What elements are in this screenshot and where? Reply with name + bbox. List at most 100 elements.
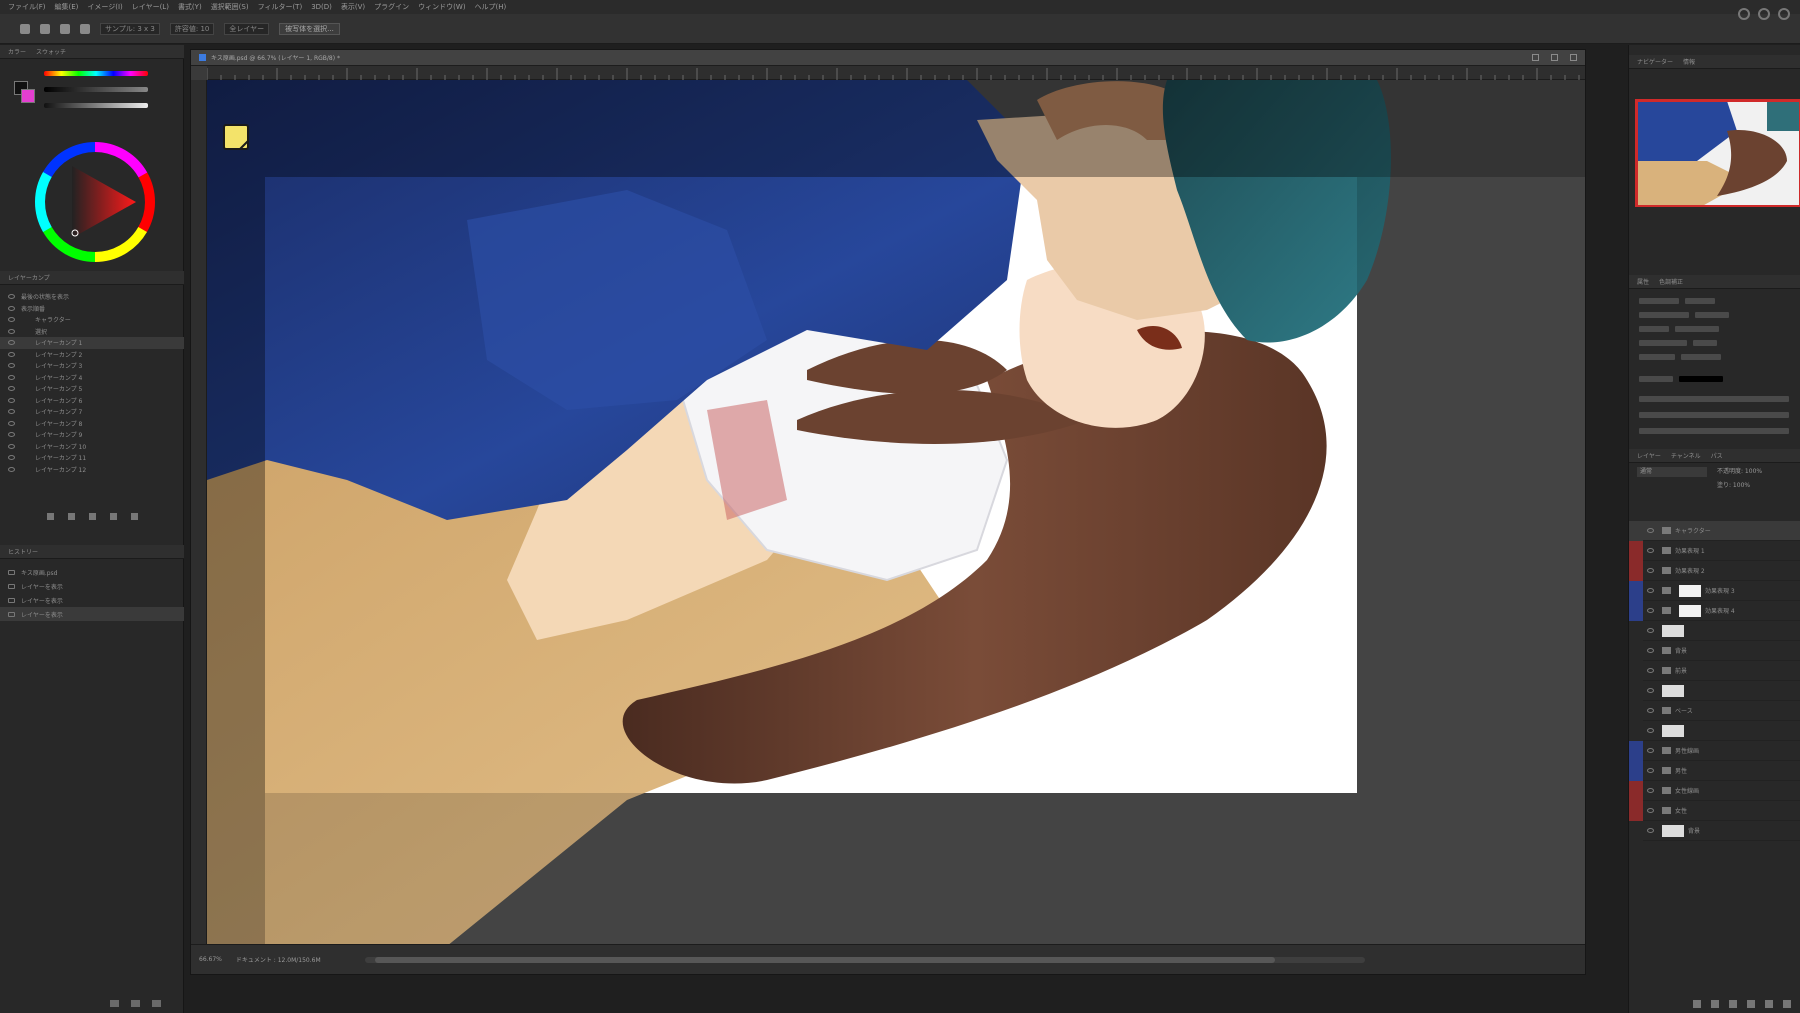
property-row[interactable]: [1639, 325, 1719, 333]
visibility-icon[interactable]: [1647, 608, 1654, 613]
visibility-icon[interactable]: [1647, 528, 1654, 533]
new-comp-icon[interactable]: [109, 512, 117, 520]
zoom-level[interactable]: 66.67%: [199, 956, 222, 963]
delete-comp-icon[interactable]: [130, 512, 138, 520]
layer-row[interactable]: 効果表現 1: [1629, 540, 1800, 561]
panel-tab[interactable]: ナビゲーター: [1637, 57, 1673, 66]
visibility-icon[interactable]: [8, 328, 15, 334]
workspace-icon[interactable]: [1778, 8, 1790, 20]
visibility-icon[interactable]: [1647, 568, 1654, 573]
menu-item[interactable]: 表示(V): [341, 2, 365, 12]
visibility-icon[interactable]: [8, 340, 15, 346]
visibility-icon[interactable]: [1647, 708, 1654, 713]
maximize-icon[interactable]: [1551, 54, 1558, 61]
panel-tab[interactable]: スウォッチ: [36, 47, 66, 56]
panel-tab[interactable]: 情報: [1683, 57, 1695, 66]
visibility-icon[interactable]: [8, 420, 15, 426]
visibility-icon[interactable]: [8, 455, 15, 461]
menu-item[interactable]: レイヤー(L): [132, 2, 169, 12]
blend-mode-select[interactable]: 通常: [1637, 467, 1707, 477]
menu-item[interactable]: 選択範囲(S): [211, 2, 249, 12]
layer-row[interactable]: 効果表現 3: [1629, 580, 1800, 601]
layer-row[interactable]: [1629, 680, 1800, 701]
subtract-selection-icon[interactable]: [80, 23, 90, 34]
layer-row[interactable]: 前景: [1629, 660, 1800, 681]
layer-row[interactable]: [1629, 620, 1800, 641]
trash-icon[interactable]: [1783, 1000, 1791, 1008]
layer-comp-item[interactable]: レイヤーカンプ 6: [0, 395, 184, 407]
snapshot-icon[interactable]: [110, 1000, 119, 1007]
new-layer-icon[interactable]: [1765, 1000, 1773, 1008]
layer-row[interactable]: 背景: [1629, 640, 1800, 661]
history-item[interactable]: レイヤーを表示: [0, 579, 184, 593]
visibility-icon[interactable]: [1647, 828, 1654, 833]
document-tab[interactable]: キス原画.psd @ 66.7% (レイヤー 1, RGB/8) *: [191, 50, 1585, 66]
background-color-swatch[interactable]: [21, 89, 35, 103]
menu-item[interactable]: 書式(Y): [178, 2, 202, 12]
hue-slider[interactable]: [44, 71, 148, 76]
visibility-icon[interactable]: [1647, 728, 1654, 733]
panel-tab[interactable]: レイヤーカンプ: [8, 273, 50, 282]
note-icon[interactable]: [223, 124, 249, 150]
layer-row[interactable]: [1629, 720, 1800, 741]
opacity-field[interactable]: 不透明度: 100%: [1717, 467, 1793, 477]
property-row[interactable]: [1639, 339, 1717, 347]
property-row[interactable]: [1639, 395, 1789, 403]
menu-item[interactable]: ファイル(F): [8, 2, 46, 12]
color-wheel[interactable]: [34, 141, 156, 263]
layer-comp-item[interactable]: レイヤーカンプ 1: [0, 337, 184, 349]
visibility-icon[interactable]: [1647, 688, 1654, 693]
layer-comp-item[interactable]: 表示順番: [0, 303, 184, 315]
layer-row[interactable]: 背景: [1629, 820, 1800, 841]
visibility-icon[interactable]: [8, 317, 15, 323]
panel-tab[interactable]: ヒストリー: [8, 547, 38, 556]
menu-item[interactable]: イメージ(I): [87, 2, 122, 12]
layer-row[interactable]: ベース: [1629, 700, 1800, 721]
link-icon[interactable]: [1693, 1000, 1701, 1008]
visibility-icon[interactable]: [8, 374, 15, 380]
saturation-slider[interactable]: [44, 87, 148, 92]
panel-tab[interactable]: 属性: [1637, 277, 1649, 286]
layer-row[interactable]: 女性線画: [1629, 780, 1800, 801]
add-selection-icon[interactable]: [60, 23, 70, 34]
layer-comp-item[interactable]: レイヤーカンプ 8: [0, 418, 184, 430]
menu-item[interactable]: フィルター(T): [258, 2, 303, 12]
visibility-icon[interactable]: [1647, 588, 1654, 593]
layer-comp-item[interactable]: レイヤーカンプ 7: [0, 406, 184, 418]
menu-item[interactable]: 3D(D): [311, 3, 332, 11]
visibility-icon[interactable]: [8, 386, 15, 392]
visibility-icon[interactable]: [1647, 548, 1654, 553]
fill-field[interactable]: 塗り: 100%: [1717, 481, 1793, 491]
visibility-icon[interactable]: [8, 409, 15, 415]
sample-size-field[interactable]: サンプル: 3 x 3: [100, 22, 160, 35]
visibility-icon[interactable]: [1647, 668, 1654, 673]
share-icon[interactable]: [1738, 8, 1750, 20]
history-item[interactable]: レイヤーを表示: [0, 593, 184, 607]
layer-comp-item[interactable]: キャラクター: [0, 314, 184, 326]
trash-icon[interactable]: [152, 1000, 161, 1007]
visibility-icon[interactable]: [8, 351, 15, 357]
visibility-icon[interactable]: [8, 305, 15, 311]
visibility-icon[interactable]: [8, 432, 15, 438]
property-row[interactable]: [1639, 311, 1729, 319]
new-folder-icon[interactable]: [1747, 1000, 1755, 1008]
visibility-icon[interactable]: [8, 294, 15, 300]
visibility-icon[interactable]: [8, 397, 15, 403]
panel-tab[interactable]: レイヤー: [1637, 451, 1661, 460]
navigator-thumbnail[interactable]: [1635, 99, 1800, 207]
sample-mode-select[interactable]: 全レイヤー: [224, 22, 270, 35]
layer-comp-item[interactable]: 選択: [0, 326, 184, 338]
visibility-icon[interactable]: [1647, 748, 1654, 753]
panel-tab[interactable]: カラー: [8, 47, 26, 56]
horizontal-ruler[interactable]: [206, 66, 1585, 80]
visibility-icon[interactable]: [8, 363, 15, 369]
new-selection-icon[interactable]: [40, 23, 50, 34]
property-row[interactable]: [1639, 375, 1723, 383]
menu-item[interactable]: ヘルプ(H): [475, 2, 507, 12]
layer-comp-item[interactable]: レイヤーカンプ 2: [0, 349, 184, 361]
visibility-icon[interactable]: [1647, 648, 1654, 653]
saturation-triangle[interactable]: [72, 166, 136, 238]
menu-item[interactable]: 編集(E): [55, 2, 79, 12]
brightness-slider[interactable]: [44, 103, 148, 108]
vertical-ruler[interactable]: [191, 80, 207, 946]
